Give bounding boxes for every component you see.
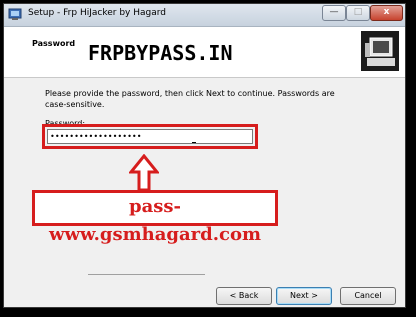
- title-bar[interactable]: Setup - Frp HiJacker by Hagard — □ x: [4, 4, 405, 27]
- setup-window: Setup - Frp HiJacker by Hagard — □ x Pas…: [3, 3, 406, 308]
- window-title: Setup - Frp HiJacker by Hagard: [28, 8, 167, 18]
- minimize-button[interactable]: —: [322, 5, 346, 21]
- text-caret: [192, 142, 196, 143]
- close-button[interactable]: x: [370, 5, 403, 21]
- footer-divider: [88, 274, 205, 275]
- next-button[interactable]: Next >: [276, 287, 332, 305]
- maximize-button[interactable]: □: [346, 5, 370, 21]
- password-annotation: pass-www.gsmhagard.com: [32, 190, 278, 245]
- instruction-text: Please provide the password, then click …: [45, 89, 335, 109]
- computer-setup-icon: [361, 31, 399, 71]
- highlight-box: [42, 124, 258, 149]
- watermark-text: FRPBYPASS.IN: [88, 41, 233, 65]
- back-button[interactable]: < Back: [216, 287, 272, 305]
- cancel-button[interactable]: Cancel: [340, 287, 396, 305]
- page-title: Password: [32, 39, 76, 48]
- up-arrow-icon: [129, 154, 159, 192]
- setup-app-icon: [8, 8, 22, 20]
